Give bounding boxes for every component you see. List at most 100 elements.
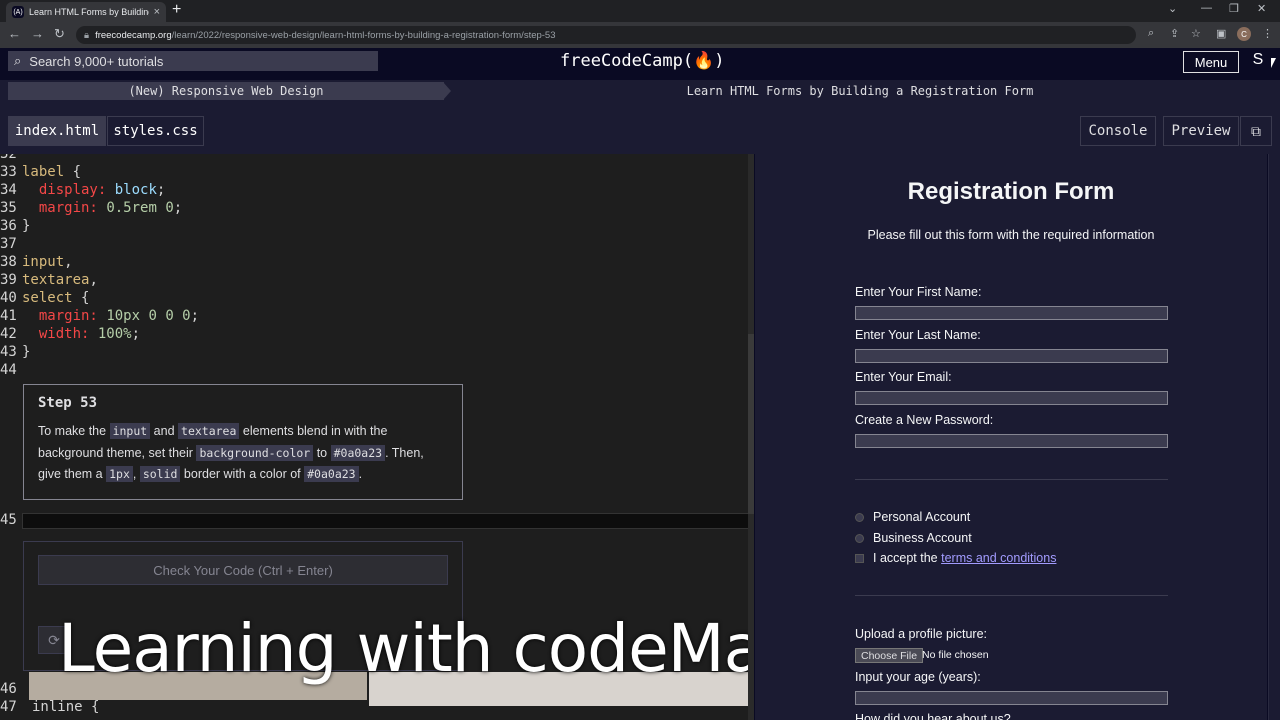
first-name-field[interactable] (855, 306, 1168, 320)
reload-icon[interactable]: ↻ (54, 26, 65, 42)
breadcrumb-block[interactable]: Learn HTML Forms by Building a Registrat… (560, 82, 1160, 100)
line-number: 34 (0, 182, 17, 198)
code-editor[interactable]: 32 33 label { 34 display: block; 35 margin: … (0, 154, 754, 720)
maximize-icon[interactable]: ❐ (1229, 2, 1239, 15)
upload-label: Upload a profile picture: (855, 627, 988, 641)
terms-checkbox[interactable] (855, 554, 864, 563)
code-line: 32 (0, 154, 22, 163)
forward-icon[interactable]: → (31, 26, 44, 41)
line-number: 36 (0, 218, 17, 234)
fcc-logo[interactable]: freeCodeCamp(🔥) (560, 51, 724, 71)
url-bar[interactable]: 🔒︎ freecodecamp.org/learn/2022/responsiv… (76, 26, 1136, 44)
code-line: 43} (0, 343, 30, 361)
back-icon[interactable]: ← (8, 26, 21, 41)
line-number: 44 (0, 362, 17, 378)
line-number: 38 (0, 254, 17, 270)
console-button[interactable]: Console (1080, 116, 1156, 146)
last-name-field[interactable] (855, 349, 1168, 363)
email-field[interactable] (855, 391, 1168, 405)
first-name-label: Enter Your First Name: (855, 285, 982, 299)
code-text: margin: 10px 0 0 0; (38, 308, 200, 324)
active-edit-line[interactable] (22, 513, 750, 529)
code-text: select { (22, 290, 90, 306)
editor-toolbar: index.html styles.css Console Preview ⧉ (0, 102, 1280, 154)
preview-pane: Registration Form Please fill out this f… (755, 154, 1267, 720)
preview-button[interactable]: Preview (1163, 116, 1239, 146)
code-line: 39 textarea, (0, 271, 98, 289)
code-line: 41 margin: 10px 0 0 0; (0, 307, 199, 325)
password-field[interactable] (855, 434, 1168, 448)
search-placeholder: Search 9,000+ tutorials (29, 53, 164, 69)
inline-code: solid (139, 466, 181, 482)
code-text: label { (22, 164, 82, 180)
close-window-icon[interactable]: ✕ (1257, 2, 1266, 15)
description-text: . (358, 467, 363, 481)
popout-preview-icon[interactable]: ⧉ (1240, 116, 1272, 146)
tab-styles-css[interactable]: styles.css (107, 116, 204, 146)
inline-code: textarea (178, 423, 240, 439)
line-number-45: 45 (0, 512, 17, 528)
password-label: Create a New Password: (855, 413, 994, 427)
inline-code: input (109, 423, 151, 439)
preview-subtitle: Please fill out this form with the requi… (867, 228, 1155, 242)
breadcrumb-arrow-icon (443, 82, 451, 100)
preview-scrollbar[interactable] (1268, 154, 1280, 720)
code-line: 40 select { (0, 289, 89, 307)
line-number: 42 (0, 326, 17, 342)
description-text: and (150, 424, 179, 438)
age-field[interactable] (855, 691, 1168, 705)
code-line: 38 input, (0, 253, 73, 271)
minimize-icon[interactable]: — (1201, 2, 1212, 14)
code-line: 37 (0, 235, 22, 253)
tab-index-html[interactable]: index.html (8, 116, 106, 146)
mouse-cursor-icon (1271, 58, 1276, 68)
code-text: } (22, 344, 31, 360)
breadcrumb-superblock[interactable]: (New) Responsive Web Design (8, 82, 444, 100)
line-number: 43 (0, 344, 17, 360)
line-number: 33 (0, 164, 17, 180)
url-path: /learn/2022/responsive-web-design/learn-… (171, 29, 556, 41)
code-text: width: 100%; (38, 326, 141, 342)
share-icon[interactable]: ⇪ (1170, 27, 1179, 40)
zoom-icon[interactable]: ⌕ (1148, 27, 1154, 40)
code-text: display: block; (38, 182, 166, 198)
age-label: Input your age (years): (855, 670, 981, 684)
user-avatar-icon[interactable]: S (1247, 51, 1269, 73)
file-status: No file chosen (922, 649, 989, 661)
personal-account-radio[interactable] (855, 513, 864, 522)
profile-avatar[interactable]: C (1237, 27, 1251, 41)
bookmark-star-icon[interactable]: ☆ (1191, 27, 1201, 40)
line-number: 41 (0, 308, 17, 324)
new-tab-icon[interactable]: + (172, 1, 181, 19)
business-account-label: Business Account (873, 531, 972, 545)
browser-tab[interactable]: (A) Learn HTML Forms by Building a × (6, 2, 166, 22)
terms-link[interactable]: terms and conditions (941, 551, 1056, 565)
line-number: 37 (0, 236, 17, 252)
menu-button[interactable]: Menu (1183, 51, 1239, 73)
description-text: to (313, 445, 331, 460)
line-number: 32 (0, 154, 17, 162)
step-title: Step 53 (38, 395, 98, 411)
side-panel-icon[interactable]: ▣ (1216, 27, 1226, 40)
tab-search-icon[interactable]: ⌄ (1168, 2, 1177, 15)
step-description: To make the input and textarea elements … (38, 421, 448, 486)
check-code-button[interactable]: Check Your Code (Ctrl + Enter) (38, 555, 448, 585)
code-text: textarea, (22, 272, 98, 288)
referrer-label: How did you hear about us? (855, 712, 1011, 720)
line-number-46: 46 (0, 681, 17, 697)
kebab-menu-icon[interactable]: ⋮ (1262, 27, 1273, 40)
inline-code: background-color (196, 444, 314, 461)
terms-label: I accept the terms and conditions (873, 551, 1057, 565)
editor-scrollbar-thumb[interactable] (748, 334, 754, 514)
code-line: 42 width: 100%; (0, 325, 140, 343)
search-icon: ⌕ (14, 53, 22, 68)
line-number: 35 (0, 200, 17, 216)
preview-title: Registration Form (907, 178, 1115, 205)
choose-file-button[interactable]: Choose File (855, 648, 924, 663)
code-text: input, (22, 254, 73, 270)
close-tab-icon[interactable]: × (154, 6, 160, 18)
browser-tab-bar: (A) Learn HTML Forms by Building a × + ⌄… (0, 0, 1280, 22)
line-number: 40 (0, 290, 17, 306)
search-input[interactable]: ⌕ Search 9,000+ tutorials (8, 51, 378, 71)
business-account-radio[interactable] (855, 534, 864, 543)
